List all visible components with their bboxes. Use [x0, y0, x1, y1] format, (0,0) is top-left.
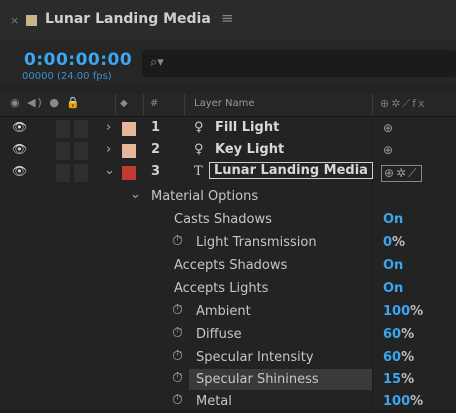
property-value[interactable]: On	[383, 281, 403, 296]
composition-swatch	[26, 15, 37, 26]
close-tab-icon[interactable]: ×	[10, 14, 19, 27]
layer-name[interactable]: Key Light	[215, 142, 284, 157]
layer-name-column-header[interactable]: Layer Name	[194, 98, 255, 109]
collapse-chevron-icon[interactable]: ⌄	[130, 187, 141, 202]
visibility-eye-icon[interactable]: 👁	[12, 164, 27, 178]
shy-switch-icon[interactable]: ⊕	[383, 121, 395, 135]
timeline-panel: × Lunar Landing Media ≡ 0:00:00:00 00000…	[0, 0, 456, 410]
property-name: Casts Shadows	[174, 212, 272, 227]
property-value[interactable]: 60%	[383, 350, 414, 365]
expand-chevron-icon[interactable]: ›	[106, 142, 111, 157]
layer-name[interactable]: Fill Light	[215, 120, 279, 135]
stopwatch-icon[interactable]: ⏱	[172, 392, 183, 408]
property-name: Specular Shininess	[196, 372, 319, 387]
column-divider[interactable]	[184, 94, 185, 116]
expand-chevron-icon[interactable]: ›	[106, 120, 111, 135]
av-switches-header-icons: ◉ ◀) ● 🔒	[10, 96, 83, 109]
layer-row[interactable]: 👁 › 2 ♀ Key Light ⊕	[0, 140, 456, 162]
property-value[interactable]: 60%	[383, 327, 414, 342]
property-name: Metal	[196, 394, 232, 409]
property-value[interactable]: 100%	[383, 394, 423, 409]
audio-switch[interactable]	[56, 120, 70, 138]
stopwatch-icon[interactable]: ⏱	[172, 302, 183, 318]
property-row[interactable]: Casts Shadows On	[0, 209, 456, 231]
property-name: Ambient	[196, 304, 251, 319]
property-name: Accepts Shadows	[174, 258, 288, 273]
label-color-swatch[interactable]	[122, 166, 136, 180]
stopwatch-icon[interactable]: ⏱	[172, 348, 183, 364]
audio-switch[interactable]	[56, 142, 70, 160]
stopwatch-icon[interactable]: ⏱	[172, 370, 183, 386]
label-color-swatch[interactable]	[122, 122, 136, 136]
visibility-eye-icon[interactable]: 👁	[12, 120, 27, 134]
layer-name-input[interactable]: Lunar Landing Media	[209, 162, 373, 179]
property-name: Light Transmission	[196, 235, 317, 250]
property-name: Specular Intensity	[196, 350, 314, 365]
shy-switch-icon[interactable]: ⊕	[383, 143, 395, 157]
property-group-name: Material Options	[151, 189, 259, 204]
property-name: Accepts Lights	[174, 281, 269, 296]
property-value[interactable]: 15%	[383, 372, 414, 387]
layer-number: 3	[151, 164, 161, 179]
property-value[interactable]: On	[383, 258, 403, 273]
property-group-row[interactable]: ⌄ Material Options	[0, 186, 456, 208]
stopwatch-icon[interactable]: ⏱	[172, 233, 183, 249]
layer-row-selected[interactable]: 👁 ⌄ 3 T Lunar Landing Media ⊕✲⟋	[0, 162, 456, 184]
column-divider[interactable]	[143, 94, 144, 116]
composition-tab[interactable]: Lunar Landing Media	[45, 11, 211, 27]
property-name: Diffuse	[196, 327, 242, 342]
property-row-highlighted[interactable]: ⏱ Specular Shininess 15%	[0, 369, 456, 391]
switches-header-icons: ⊕✲⟋fx	[380, 97, 427, 110]
layer-switches-icons[interactable]: ⊕✲⟋	[381, 165, 422, 182]
layer-row[interactable]: 👁 › 1 ♀ Fill Light ⊕	[0, 118, 456, 140]
property-row[interactable]: ⏱ Diffuse 60%	[0, 324, 456, 346]
solo-switch[interactable]	[74, 142, 88, 160]
solo-switch[interactable]	[74, 120, 88, 138]
column-divider[interactable]	[115, 94, 116, 116]
property-row[interactable]: ⏱ Light Transmission 0%	[0, 232, 456, 254]
light-bulb-icon: ♀	[194, 120, 204, 135]
label-column-icon[interactable]: ◆	[120, 98, 128, 109]
property-row[interactable]: ⏱ Specular Intensity 60%	[0, 347, 456, 369]
frame-rate-display: 00000 (24.00 fps)	[22, 71, 112, 82]
property-value[interactable]: 0%	[383, 235, 405, 250]
stopwatch-icon[interactable]: ⏱	[172, 325, 183, 341]
search-icon[interactable]: ⌕▾	[150, 55, 164, 70]
layer-number: 2	[151, 142, 161, 157]
audio-switch[interactable]	[56, 164, 70, 182]
visibility-eye-icon[interactable]: 👁	[12, 142, 27, 156]
column-divider[interactable]	[372, 94, 373, 116]
solo-switch[interactable]	[74, 164, 88, 182]
current-time-display[interactable]: 0:00:00:00	[24, 50, 132, 70]
panel-menu-icon[interactable]: ≡	[221, 9, 234, 27]
property-row[interactable]: Accepts Lights On	[0, 278, 456, 300]
property-value[interactable]: On	[383, 212, 403, 227]
property-row[interactable]: ⏱ Ambient 100%	[0, 301, 456, 323]
property-row[interactable]: Accepts Shadows On	[0, 255, 456, 277]
collapse-chevron-icon[interactable]: ⌄	[104, 163, 115, 178]
property-value[interactable]: 100%	[383, 304, 423, 319]
label-color-swatch[interactable]	[122, 144, 136, 158]
light-bulb-icon: ♀	[194, 142, 204, 157]
search-input[interactable]	[168, 52, 442, 74]
layer-number: 1	[151, 120, 161, 135]
number-column-header[interactable]: #	[150, 98, 158, 109]
text-layer-icon: T	[194, 164, 203, 179]
